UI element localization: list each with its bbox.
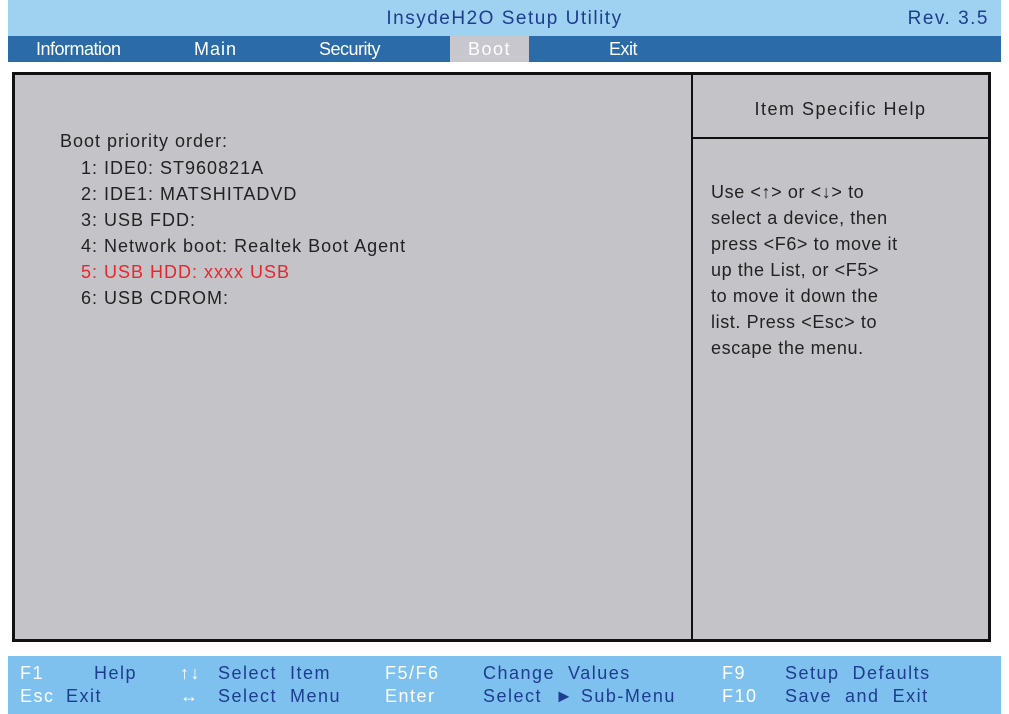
select-item-desc: Select Item <box>218 663 332 683</box>
menu-main[interactable]: Main <box>190 39 241 59</box>
boot-priority-heading: Boot priority order: <box>60 131 229 151</box>
save-and-exit-desc: Save and Exit <box>785 686 929 706</box>
select-submenu-desc: Select ► Sub-Menu <box>483 686 676 706</box>
menu-security[interactable]: Security <box>315 39 384 59</box>
help-divider-horizontal <box>693 137 988 139</box>
left-right-arrow-icon: ↔ <box>180 686 200 706</box>
footer-key-legend: F1 Help ↑↓ Select Item F5/F6 Change Valu… <box>8 656 1001 714</box>
select-menu-desc: Select Menu <box>218 686 342 706</box>
key-f5-f6: F5/F6 <box>385 663 440 683</box>
menu-boot[interactable]: Boot <box>450 36 530 62</box>
change-values-desc: Change Values <box>483 663 631 683</box>
boot-priority-list: 1: IDE0: ST960821A 2: IDE1: MATSHITADVD … <box>81 155 406 311</box>
menu-information[interactable]: Information <box>32 39 125 59</box>
key-f1-desc: Help <box>94 663 138 683</box>
main-frame: Boot priority order: 1: IDE0: ST960821A … <box>8 62 1001 656</box>
key-f10: F10 <box>722 686 758 706</box>
title-bar: InsydeH2O Setup Utility Rev. 3.5 <box>8 0 1001 36</box>
boot-item-2[interactable]: 2: IDE1: MATSHITADVD <box>81 181 406 207</box>
key-esc: Esc <box>20 686 55 706</box>
key-enter: Enter <box>385 686 436 706</box>
key-f1: F1 <box>20 663 45 683</box>
menu-bar: Information Main Security Boot Exit <box>8 36 1001 62</box>
help-title: Item Specific Help <box>754 99 927 119</box>
help-text: Use <↑> or <↓> to select a device, then … <box>711 182 898 358</box>
key-f9: F9 <box>722 663 747 683</box>
boot-panel: Boot priority order: 1: IDE0: ST960821A … <box>12 72 991 642</box>
boot-item-3[interactable]: 3: USB FDD: <box>81 207 406 233</box>
boot-item-4[interactable]: 4: Network boot: Realtek Boot Agent <box>81 233 406 259</box>
menu-exit[interactable]: Exit <box>605 39 641 59</box>
app-title: InsydeH2O Setup Utility <box>386 8 623 29</box>
key-esc-desc: Exit <box>66 686 103 706</box>
setup-defaults-desc: Setup Defaults <box>785 663 931 683</box>
boot-item-6[interactable]: 6: USB CDROM: <box>81 285 406 311</box>
revision-label: Rev. 3.5 <box>907 8 989 29</box>
boot-item-5-selected[interactable]: 5: USB HDD: xxxx USB <box>81 259 406 285</box>
up-down-arrows-icon: ↑↓ <box>180 663 201 683</box>
boot-item-1[interactable]: 1: IDE0: ST960821A <box>81 155 406 181</box>
panel-divider-vertical <box>691 75 693 639</box>
